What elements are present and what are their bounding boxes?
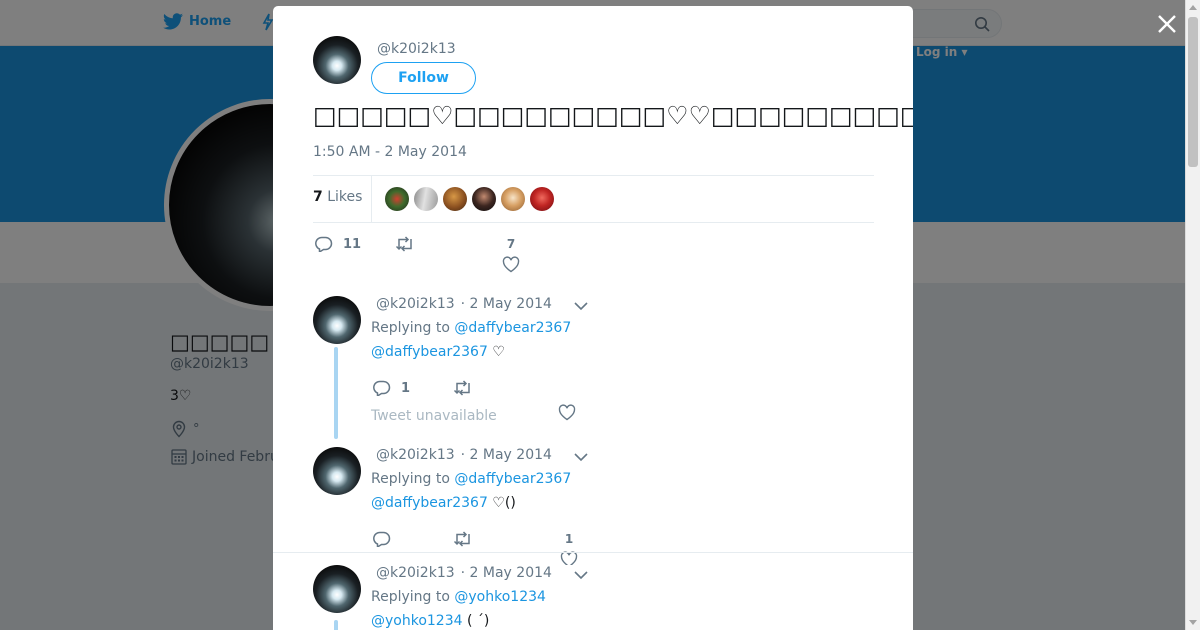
retweet-button[interactable] bbox=[453, 380, 473, 396]
thread-line bbox=[334, 620, 338, 630]
avatar[interactable] bbox=[313, 36, 361, 84]
scroll-up-arrow[interactable] bbox=[1189, 5, 1197, 10]
heart-icon[interactable] bbox=[558, 404, 576, 421]
retweet-button[interactable] bbox=[453, 531, 473, 547]
mention-link[interactable]: @yohko1234 bbox=[371, 613, 463, 629]
replying-to-link[interactable]: @yohko1234 bbox=[454, 589, 546, 605]
replying-to: Replying to @daffybear2367 bbox=[371, 320, 571, 336]
reply-header: @k20i2k13 · 2 May 2014 bbox=[376, 565, 552, 581]
tweet-unavailable-note: Tweet unavailable bbox=[371, 408, 497, 424]
replying-prefix: Replying to bbox=[371, 471, 450, 487]
likes-stat[interactable]: 7 Likes bbox=[313, 189, 362, 205]
tweet-author-handle[interactable]: @k20i2k13 bbox=[377, 41, 456, 57]
follow-button[interactable]: Follow bbox=[371, 62, 476, 94]
section-divider bbox=[273, 552, 913, 553]
retweet-icon bbox=[453, 380, 470, 396]
tweet-modal: @k20i2k13 Follow □□□□□♡□□□□□□□□□♡♡□□□□□□… bbox=[273, 6, 913, 630]
liker-avatar[interactable] bbox=[414, 187, 438, 211]
stats-divider bbox=[371, 176, 372, 222]
reply-body: ♡ bbox=[487, 344, 505, 360]
reply-date[interactable]: · 2 May 2014 bbox=[461, 296, 552, 312]
reply-body: ♡() bbox=[487, 495, 516, 511]
reply-body: ( ´) bbox=[462, 613, 490, 629]
liker-avatar[interactable] bbox=[385, 187, 409, 211]
reply-count: 1 bbox=[401, 380, 411, 396]
tweet-stats: 7 Likes bbox=[313, 175, 874, 223]
liker-avatar[interactable] bbox=[501, 187, 525, 211]
chevron-down-icon[interactable] bbox=[573, 300, 589, 312]
mention-link[interactable]: @daffybear2367 bbox=[371, 495, 488, 511]
avatar[interactable] bbox=[313, 296, 361, 344]
reply-tweet[interactable]: @k20i2k13 · 2 May 2014 Replying to @yohk… bbox=[273, 565, 913, 630]
reply-date[interactable]: · 2 May 2014 bbox=[461, 447, 552, 463]
avatar[interactable] bbox=[313, 565, 361, 613]
replying-to: Replying to @yohko1234 bbox=[371, 589, 546, 605]
replying-prefix: Replying to bbox=[371, 320, 450, 336]
reply-icon bbox=[373, 531, 391, 547]
chevron-down-icon[interactable] bbox=[573, 569, 589, 581]
reply-icon bbox=[315, 236, 333, 252]
reply-handle[interactable]: @k20i2k13 bbox=[376, 565, 455, 581]
tweet-text: □□□□□♡□□□□□□□□□♡♡□□□□□□□□□(≧∇≦)□□□□□□□□□… bbox=[313, 101, 913, 130]
reply-button[interactable]: 1 bbox=[373, 380, 410, 396]
like-count: 7 bbox=[506, 237, 516, 251]
retweet-button[interactable] bbox=[395, 236, 415, 252]
liker-avatar[interactable] bbox=[472, 187, 496, 211]
page-scrollbar[interactable] bbox=[1185, 0, 1200, 630]
scroll-down-arrow[interactable] bbox=[1189, 620, 1197, 625]
like-button[interactable]: 7 bbox=[502, 237, 520, 273]
retweet-icon bbox=[395, 236, 412, 252]
likes-label: Likes bbox=[327, 189, 363, 205]
tweet-actions: 11 7 bbox=[313, 234, 613, 279]
tweet-timestamp[interactable]: 1:50 AM - 2 May 2014 bbox=[313, 144, 467, 160]
scrollbar-thumb[interactable] bbox=[1188, 17, 1198, 167]
reply-header: @k20i2k13 · 2 May 2014 bbox=[376, 296, 552, 312]
close-icon[interactable] bbox=[1154, 11, 1180, 37]
reply-text: @daffybear2367 ♡ bbox=[371, 344, 505, 360]
reply-button[interactable] bbox=[373, 531, 391, 547]
reply-tweet[interactable]: @k20i2k13 · 2 May 2014 Replying to @daff… bbox=[273, 447, 913, 568]
likes-count: 7 bbox=[313, 189, 323, 205]
liker-avatar[interactable] bbox=[530, 187, 554, 211]
reply-header: @k20i2k13 · 2 May 2014 bbox=[376, 447, 552, 463]
reply-count: 11 bbox=[343, 236, 362, 252]
replying-to-link[interactable]: @daffybear2367 bbox=[454, 320, 571, 336]
mention-link[interactable]: @daffybear2367 bbox=[371, 344, 488, 360]
avatar[interactable] bbox=[313, 447, 361, 495]
reply-text: @yohko1234 ( ´) bbox=[371, 613, 489, 629]
likers-avatars bbox=[385, 187, 554, 211]
reply-button[interactable]: 11 bbox=[315, 236, 361, 252]
like-button[interactable]: 1 bbox=[560, 532, 578, 568]
replying-prefix: Replying to bbox=[371, 589, 450, 605]
replying-to-link[interactable]: @daffybear2367 bbox=[454, 471, 571, 487]
reply-icon bbox=[373, 380, 391, 396]
reply-handle[interactable]: @k20i2k13 bbox=[376, 296, 455, 312]
replying-to: Replying to @daffybear2367 bbox=[371, 471, 571, 487]
reply-tweet[interactable]: @k20i2k13 · 2 May 2014 Replying to @daff… bbox=[273, 296, 913, 446]
heart-icon bbox=[502, 256, 520, 273]
retweet-icon bbox=[453, 531, 470, 547]
chevron-down-icon[interactable] bbox=[573, 451, 589, 463]
like-count: 1 bbox=[564, 532, 574, 546]
thread-line bbox=[334, 347, 338, 439]
reply-handle[interactable]: @k20i2k13 bbox=[376, 447, 455, 463]
reply-text: @daffybear2367 ♡() bbox=[371, 495, 516, 511]
liker-avatar[interactable] bbox=[443, 187, 467, 211]
reply-date[interactable]: · 2 May 2014 bbox=[461, 565, 552, 581]
